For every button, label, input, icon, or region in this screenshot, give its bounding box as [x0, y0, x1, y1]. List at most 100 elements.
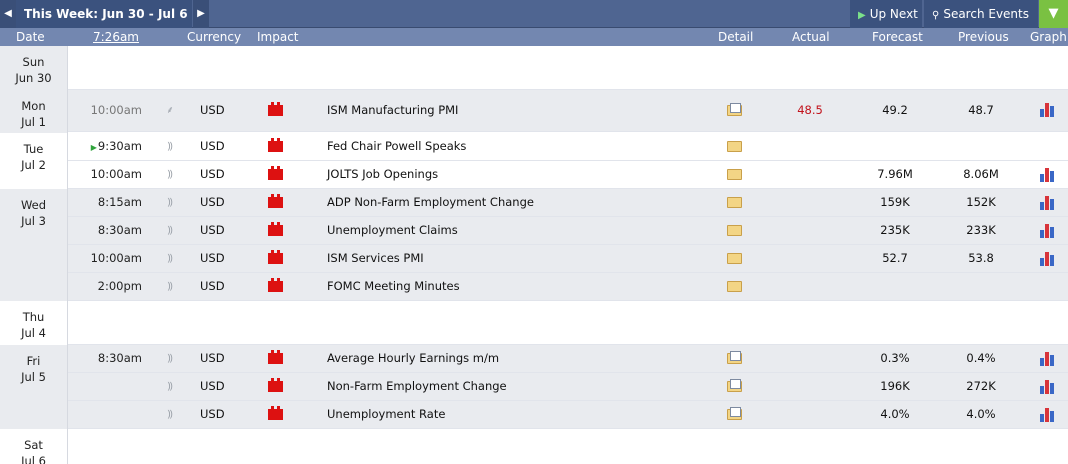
event-title[interactable]: Non-Farm Employment Change: [327, 373, 707, 400]
detail-folder-icon[interactable]: [727, 253, 743, 265]
detail-folder-icon[interactable]: [727, 197, 743, 209]
day-date: Jul 6: [21, 454, 46, 464]
table-row[interactable]: ⸩ USD Unemployment Rate 4.0% 4.0%: [0, 401, 1068, 429]
event-title[interactable]: Unemployment Rate: [327, 401, 707, 428]
day-row-empty: [0, 301, 1068, 345]
day-date: Jul 2: [21, 158, 46, 172]
bar-chart-icon[interactable]: [1040, 167, 1056, 182]
day-cell: Thu Jul 4: [0, 301, 68, 345]
detail-folder-icon[interactable]: [727, 169, 743, 181]
table-row[interactable]: 10:00am ⸩ USD ISM Services PMI 52.7 53.8: [0, 245, 1068, 273]
day-name: Wed: [20, 198, 47, 212]
table-row[interactable]: ▶9:30am ⸩ USD Fed Chair Powell Speaks: [0, 133, 1068, 161]
day-date: Jun 30: [15, 71, 52, 85]
day-cell: Sat Jul 6: [0, 429, 68, 464]
sound-icon: ⸩: [167, 169, 173, 180]
event-title[interactable]: Fed Chair Powell Speaks: [327, 133, 707, 160]
day-name: Tue: [23, 142, 44, 156]
sound-icon: ⸩: [167, 353, 173, 364]
sound-icon: ⸩: [167, 281, 173, 292]
table-row[interactable]: 10:00am ⸩ USD JOLTS Job Openings 7.96M 8…: [0, 161, 1068, 189]
day-name: Sat: [24, 438, 43, 452]
detail-folder-icon[interactable]: [727, 407, 743, 421]
bar-chart-icon[interactable]: [1040, 407, 1056, 422]
high-impact-icon: [268, 166, 283, 180]
table-row[interactable]: 2:00pm ⸩ USD FOMC Meeting Minutes: [0, 273, 1068, 301]
event-time: 8:15am: [97, 195, 142, 209]
detail-folder-icon[interactable]: [727, 225, 743, 237]
col-detail: Detail: [718, 30, 754, 44]
next-week-arrow[interactable]: ▶: [193, 0, 209, 28]
event-currency: USD: [200, 379, 225, 393]
day-cell: Wed Jul 3: [0, 189, 68, 301]
bar-chart-icon[interactable]: [1040, 195, 1056, 210]
playing-indicator-icon: ▶: [90, 143, 97, 152]
event-currency: USD: [200, 407, 225, 421]
bar-chart-icon[interactable]: [1040, 251, 1056, 266]
detail-folder-icon[interactable]: [727, 281, 743, 293]
sound-icon: ⸩: [167, 197, 173, 208]
event-time: 10:00am: [90, 167, 142, 181]
high-impact-icon: [268, 222, 283, 236]
col-currency: Currency: [187, 30, 242, 44]
play-icon: ▶: [858, 10, 866, 21]
sound-icon: ⸩: [167, 409, 173, 420]
bar-chart-icon[interactable]: [1040, 351, 1056, 366]
search-icon: ⚲: [932, 10, 940, 21]
detail-folder-icon[interactable]: [727, 351, 743, 365]
day-cell: Sun Jun 30: [0, 46, 68, 90]
up-next-button[interactable]: ▶ Up Next: [850, 0, 922, 28]
event-title[interactable]: ADP Non-Farm Employment Change: [327, 189, 707, 216]
detail-folder-icon[interactable]: [727, 379, 743, 393]
prev-week-arrow[interactable]: ◀: [0, 0, 16, 28]
day-cell: Tue Jul 2: [0, 133, 68, 189]
high-impact-icon: [268, 102, 283, 116]
event-previous: 272K: [966, 379, 996, 393]
event-time: 8:30am: [97, 223, 142, 237]
week-label[interactable]: This Week: Jun 30 - Jul 6: [16, 0, 192, 28]
detail-folder-icon[interactable]: [727, 141, 743, 153]
bar-chart-icon[interactable]: [1040, 223, 1056, 238]
event-forecast: 4.0%: [880, 407, 910, 421]
event-forecast: 196K: [880, 379, 910, 393]
high-impact-icon: [268, 406, 283, 420]
high-impact-icon: [268, 194, 283, 208]
event-title[interactable]: Average Hourly Earnings m/m: [327, 345, 707, 372]
day-date: Jul 3: [21, 214, 46, 228]
table-row[interactable]: 8:15am ⸩ USD ADP Non-Farm Employment Cha…: [0, 189, 1068, 217]
col-time-now[interactable]: 7:26am: [93, 28, 139, 46]
event-previous: 4.0%: [966, 407, 996, 421]
table-row[interactable]: 8:30am ⸩ USD Unemployment Claims 235K 23…: [0, 217, 1068, 245]
column-header: Date 7:26am Currency Impact Detail Actua…: [0, 28, 1068, 46]
event-previous: 233K: [966, 223, 996, 237]
day-row-empty: [0, 429, 1068, 464]
event-actual: 48.5: [797, 103, 823, 117]
day-cell: Mon Jul 1: [0, 90, 68, 133]
event-currency: USD: [200, 279, 225, 293]
search-events-button[interactable]: ⚲ Search Events: [924, 0, 1038, 28]
toolbar: ◀ This Week: Jun 30 - Jul 6 ▶ ▶ Up Next ⚲…: [0, 0, 1068, 28]
event-forecast: 52.7: [882, 251, 908, 265]
event-title[interactable]: JOLTS Job Openings: [327, 161, 707, 188]
event-title[interactable]: ISM Services PMI: [327, 245, 707, 272]
bar-chart-icon[interactable]: [1040, 379, 1056, 394]
table-row[interactable]: ⸩ USD Non-Farm Employment Change 196K 27…: [0, 373, 1068, 401]
signal-icon: ⸙: [166, 105, 174, 116]
up-next-label: Up Next: [869, 7, 918, 21]
day-date: Jul 4: [21, 326, 46, 340]
filter-button[interactable]: ▼: [1039, 0, 1068, 28]
high-impact-icon: [268, 278, 283, 292]
day-name: Thu: [22, 310, 45, 324]
event-time: ▶9:30am: [90, 139, 142, 153]
event-title[interactable]: Unemployment Claims: [327, 217, 707, 244]
table-row[interactable]: 10:00am ⸙ USD ISM Manufacturing PMI 48.5…: [0, 90, 1068, 132]
event-title[interactable]: ISM Manufacturing PMI: [327, 97, 707, 124]
event-forecast: 235K: [880, 223, 910, 237]
high-impact-icon: [268, 378, 283, 392]
event-title[interactable]: FOMC Meeting Minutes: [327, 273, 707, 300]
event-previous: 53.8: [968, 251, 994, 265]
detail-folder-icon[interactable]: [727, 103, 743, 117]
bar-chart-icon[interactable]: [1040, 102, 1056, 117]
table-row[interactable]: 8:30am ⸩ USD Average Hourly Earnings m/m…: [0, 345, 1068, 373]
day-date: Jul 1: [21, 115, 46, 129]
